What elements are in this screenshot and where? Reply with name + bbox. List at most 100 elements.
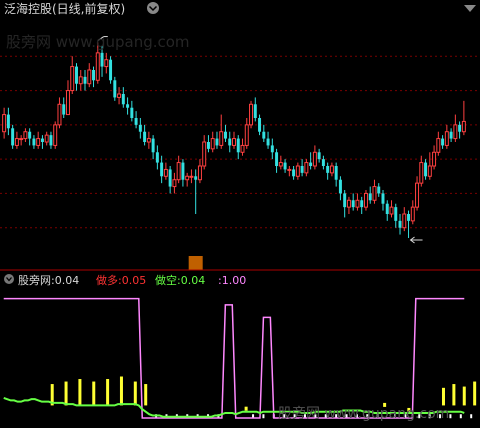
candle-body	[143, 131, 147, 142]
candle-body	[75, 66, 78, 84]
candle-body	[2, 114, 7, 133]
candle-body	[215, 138, 219, 146]
candle-body	[210, 138, 215, 150]
candle-body	[368, 193, 372, 201]
candle-body	[28, 131, 32, 139]
candle-body	[228, 138, 232, 146]
candle-body	[253, 104, 257, 118]
candle-body	[6, 114, 10, 129]
candle-body	[304, 162, 309, 174]
white-tick-mark	[459, 414, 462, 419]
candle-body	[394, 207, 398, 221]
yellow-signal-bar	[462, 386, 466, 406]
candle-body	[449, 131, 453, 139]
candle-body	[23, 131, 28, 140]
candle-body	[109, 59, 113, 81]
candle-body	[262, 131, 266, 139]
candle-body	[338, 179, 342, 194]
legend-value-3: 1.00	[222, 274, 247, 287]
legend-value-0: 0.04	[55, 274, 80, 287]
yellow-signal-bar	[106, 379, 110, 406]
chart-title: 泛海控股(日线,前复权)	[4, 1, 125, 16]
legend-label-1: 做多	[96, 273, 118, 287]
candle-body	[70, 66, 75, 92]
candle-body	[232, 138, 236, 146]
candle-body	[160, 162, 164, 177]
collapse-chevron-icon[interactable]	[147, 2, 159, 14]
candle-body	[219, 131, 224, 146]
candle-body	[287, 168, 292, 171]
candle-body	[427, 165, 432, 177]
candle-body	[326, 166, 330, 173]
candle-body	[151, 138, 155, 153]
candle-body	[389, 206, 394, 215]
candle-body	[130, 107, 134, 118]
candle-body	[244, 124, 249, 146]
white-tick-mark	[470, 414, 473, 419]
candle-body	[432, 151, 437, 167]
candle-body	[312, 151, 317, 167]
candle-body	[436, 138, 441, 153]
candle-body	[377, 186, 381, 194]
candle-body	[100, 52, 104, 67]
candle-body	[343, 193, 347, 208]
legend-entry-1: 做多:0.05	[96, 273, 146, 287]
candle-body	[113, 80, 117, 98]
candle-body	[176, 162, 181, 181]
legend-entry-2: 做空:0.04	[155, 273, 205, 287]
legend-entry-3: :1.00	[218, 274, 246, 287]
candle-body	[181, 162, 185, 180]
candle-body	[104, 59, 109, 68]
candle-body	[317, 152, 321, 160]
candle-body	[40, 138, 44, 142]
candle-body	[236, 138, 240, 153]
candle-body	[65, 90, 70, 116]
candle-body	[346, 199, 351, 208]
candle-body	[202, 141, 207, 167]
candle-body	[441, 138, 445, 146]
candle-body	[458, 124, 462, 132]
candle-body	[121, 94, 125, 105]
candle-body	[78, 76, 83, 85]
candle-body	[355, 199, 360, 208]
candle-body	[398, 220, 402, 228]
yellow-signal-bar	[133, 381, 137, 406]
candle-body	[424, 162, 428, 177]
candle-body	[95, 52, 100, 81]
candle-body	[11, 128, 15, 146]
legend-label-0: 股旁网	[18, 273, 51, 287]
yellow-signal-bar	[119, 376, 123, 406]
candle-body	[453, 124, 458, 140]
candle-body	[419, 162, 424, 184]
candle-body	[206, 142, 210, 149]
candle-body	[278, 162, 283, 167]
candle-body	[385, 203, 389, 214]
candle-body	[461, 120, 466, 133]
candle-body	[62, 104, 66, 115]
yellow-signal-bar	[441, 387, 445, 406]
yellow-signal-bar	[144, 384, 148, 406]
candle-body	[295, 165, 300, 177]
candle-body	[407, 214, 411, 221]
candle-body	[415, 182, 420, 208]
candle-body	[146, 138, 151, 143]
candle-body	[92, 70, 96, 81]
candle-body	[240, 144, 245, 153]
candle-body	[49, 135, 53, 146]
candle-body	[134, 118, 138, 125]
candle-body	[185, 175, 190, 181]
candle-body	[381, 193, 385, 204]
yellow-signal-bar	[78, 379, 82, 406]
candle-body	[266, 138, 270, 146]
legend-label-2: 做空	[155, 273, 177, 287]
candle-body	[372, 186, 377, 201]
legend-value-1: 0.05	[122, 274, 147, 287]
candle-body	[410, 206, 415, 222]
candle-body	[197, 165, 202, 181]
candle-body	[402, 213, 407, 229]
candle-body	[360, 200, 364, 208]
candle-body	[329, 165, 334, 174]
watermark-bottom: 股旁网 www.gupang.com	[278, 405, 449, 422]
yellow-signal-bar	[64, 381, 68, 406]
candle-body	[283, 162, 287, 170]
